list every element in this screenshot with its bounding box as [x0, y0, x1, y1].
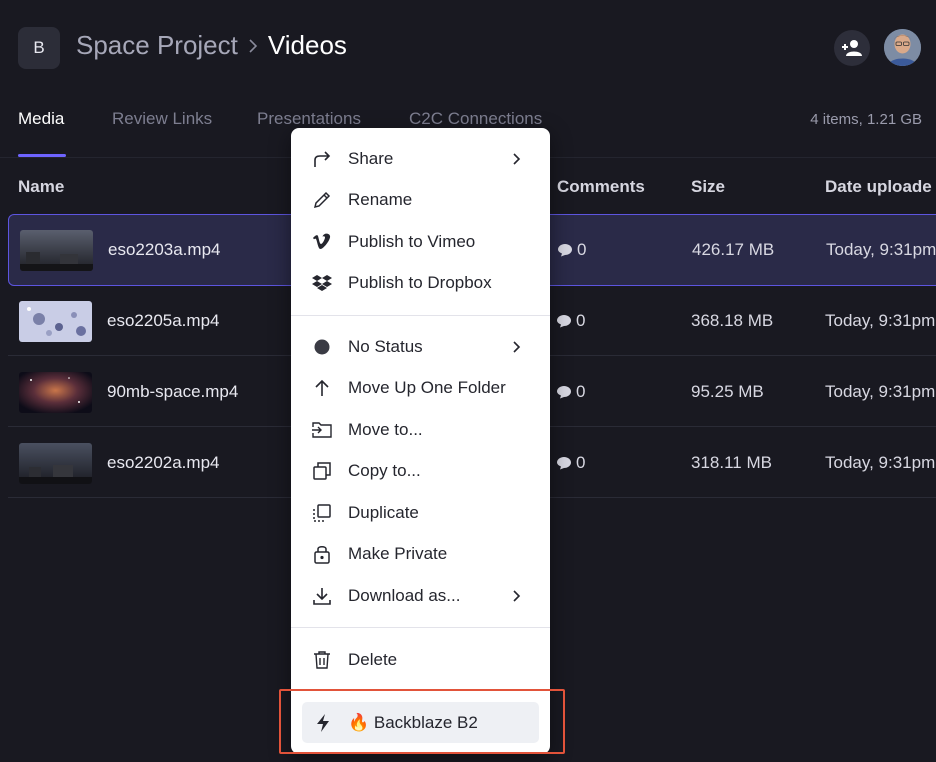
- menu-item-label: Copy to...: [348, 461, 421, 480]
- menu-item-label: Rename: [348, 190, 413, 209]
- menu-item-backblaze-b2[interactable]: 🔥 Backblaze B2: [302, 702, 539, 743]
- comment-count-value: 0: [576, 453, 586, 472]
- breadcrumb: Space Project Videos: [76, 30, 347, 61]
- comment-count-value: 0: [577, 240, 587, 259]
- chevron-right-icon: [509, 588, 525, 604]
- menu-item-move-to[interactable]: Move to...: [291, 412, 550, 448]
- file-size: 426.17 MB: [692, 240, 775, 259]
- tab-media[interactable]: Media: [18, 109, 64, 129]
- active-tab-indicator: [18, 154, 66, 157]
- tab-presentations[interactable]: Presentations: [257, 109, 361, 129]
- lightning-icon: [312, 712, 334, 734]
- file-size: 318.11 MB: [691, 453, 772, 472]
- items-summary: 4 items, 1.21 GB: [810, 111, 922, 128]
- file-name[interactable]: eso2202a.mp4: [107, 453, 219, 473]
- context-menu: Share Rename Publish to Vimeo Publish to…: [291, 128, 550, 754]
- trash-icon: [311, 649, 333, 671]
- menu-item-label: Publish to Dropbox: [348, 273, 492, 292]
- download-icon: [311, 585, 333, 607]
- menu-item-share[interactable]: Share: [291, 141, 550, 177]
- video-thumbnail: [19, 443, 92, 484]
- chevron-right-icon: [509, 339, 525, 355]
- menu-item-publish-dropbox[interactable]: Publish to Dropbox: [291, 265, 550, 301]
- file-name[interactable]: eso2205a.mp4: [107, 311, 219, 331]
- menu-separator: [291, 627, 550, 628]
- file-name[interactable]: 90mb-space.mp4: [107, 382, 238, 402]
- breadcrumb-project[interactable]: Space Project: [76, 30, 238, 61]
- video-thumbnail: [19, 301, 92, 342]
- tab-c2c-connections[interactable]: C2C Connections: [409, 109, 542, 129]
- menu-separator: [291, 315, 550, 316]
- arrow-up-icon: [311, 377, 333, 399]
- comment-bubble-icon: [557, 315, 571, 328]
- duplicate-icon: [311, 502, 333, 524]
- menu-separator: [291, 689, 550, 690]
- chevron-right-icon: [509, 151, 525, 167]
- pencil-icon: [311, 189, 333, 211]
- column-header-size[interactable]: Size: [691, 177, 725, 197]
- comment-bubble-icon: [557, 386, 571, 399]
- menu-item-delete[interactable]: Delete: [291, 642, 550, 678]
- menu-item-label: No Status: [348, 337, 423, 356]
- add-user-button[interactable]: [834, 30, 870, 66]
- comment-count: 0: [556, 453, 585, 473]
- chevron-right-icon: [246, 37, 260, 55]
- menu-item-make-private[interactable]: Make Private: [291, 536, 550, 572]
- video-thumbnail: [20, 230, 93, 271]
- file-name[interactable]: eso2203a.mp4: [108, 240, 220, 260]
- date-uploaded: Today, 9:31pm: [825, 382, 936, 401]
- date-uploaded: Today, 9:31pm: [825, 453, 936, 472]
- file-size: 95.25 MB: [691, 382, 764, 401]
- menu-item-label: Move Up One Folder: [348, 378, 506, 397]
- column-header-date-uploaded[interactable]: Date uploade: [825, 177, 932, 197]
- menu-item-duplicate[interactable]: Duplicate: [291, 495, 550, 531]
- menu-item-label: Share: [348, 149, 394, 168]
- menu-item-copy-to[interactable]: Copy to...: [291, 453, 550, 489]
- menu-item-download-as[interactable]: Download as...: [291, 578, 550, 614]
- date-uploaded: Today, 9:31pm: [826, 240, 936, 259]
- menu-item-label: Download as...: [348, 586, 461, 605]
- menu-item-label: 🔥 Backblaze B2: [348, 713, 478, 732]
- status-dot-icon: [311, 336, 333, 358]
- copy-icon: [311, 460, 333, 482]
- dropbox-icon: [311, 272, 333, 294]
- comment-count-value: 0: [576, 311, 586, 330]
- vimeo-icon: [311, 231, 333, 253]
- breadcrumb-current-folder: Videos: [267, 30, 347, 60]
- menu-item-no-status[interactable]: No Status: [291, 329, 550, 365]
- menu-item-label: Make Private: [348, 544, 448, 563]
- file-size: 368.18 MB: [691, 311, 774, 330]
- avatar[interactable]: [884, 29, 921, 66]
- menu-item-publish-vimeo[interactable]: Publish to Vimeo: [291, 224, 550, 260]
- column-header-name[interactable]: Name: [18, 177, 64, 197]
- date-uploaded: Today, 9:31pm: [825, 311, 936, 330]
- menu-item-label: Duplicate: [348, 503, 419, 522]
- menu-item-label: Publish to Vimeo: [348, 232, 476, 251]
- add-user-icon: [842, 40, 862, 56]
- lock-icon: [311, 543, 333, 565]
- comment-count-value: 0: [576, 382, 586, 401]
- menu-item-move-up-folder[interactable]: Move Up One Folder: [291, 370, 550, 406]
- comment-bubble-icon: [558, 244, 572, 257]
- comment-bubble-icon: [557, 457, 571, 470]
- project-badge[interactable]: B: [18, 27, 60, 69]
- comment-count: 0: [557, 240, 586, 260]
- comment-count: 0: [556, 382, 585, 402]
- menu-item-label: Delete: [348, 650, 398, 669]
- share-icon: [311, 148, 333, 170]
- tab-review-links[interactable]: Review Links: [112, 109, 212, 129]
- menu-item-label: Move to...: [348, 420, 423, 439]
- menu-item-rename[interactable]: Rename: [291, 182, 550, 218]
- folder-move-icon: [311, 419, 333, 441]
- comment-count: 0: [556, 311, 585, 331]
- column-header-comments[interactable]: Comments: [557, 177, 645, 197]
- page-header: B Space Project Videos: [0, 0, 936, 96]
- video-thumbnail: [19, 372, 92, 413]
